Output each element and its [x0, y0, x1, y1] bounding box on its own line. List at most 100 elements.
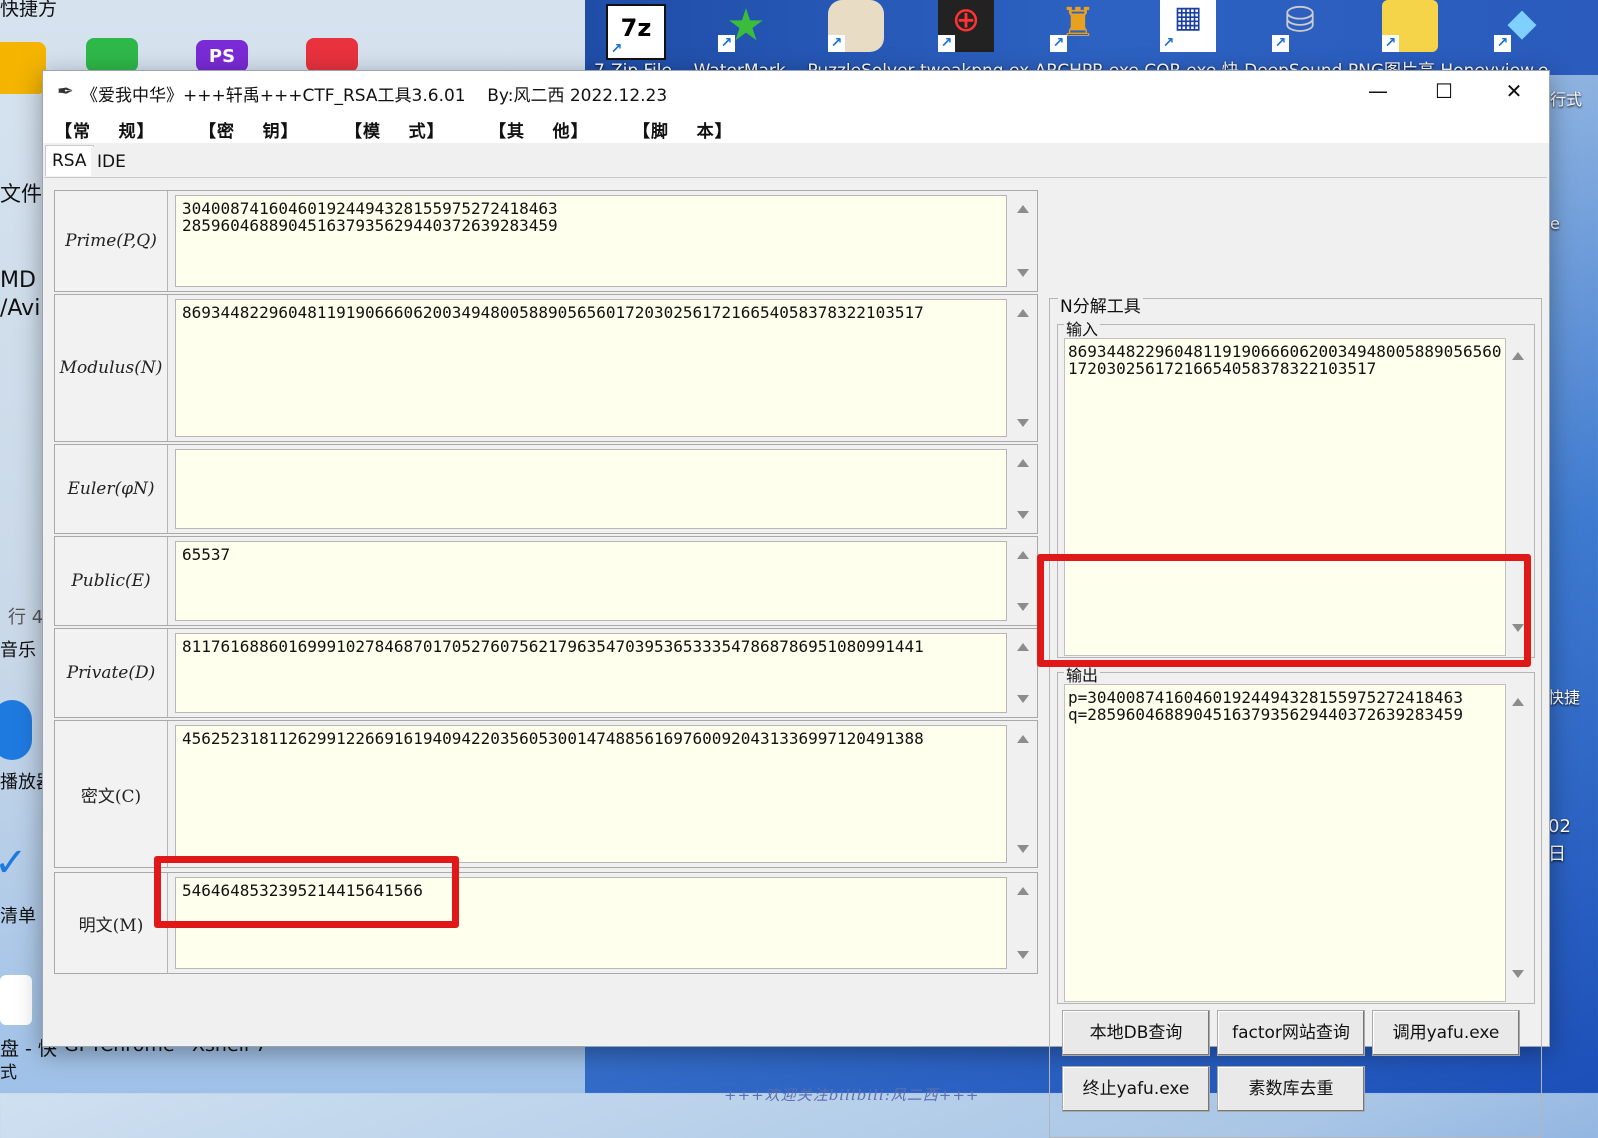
euler-field[interactable]	[175, 449, 1007, 529]
desktop-side-label-right: e	[1550, 214, 1560, 233]
scroll-down-icon[interactable]	[1017, 269, 1029, 277]
run-yafu-button[interactable]: 调用yafu.exe	[1372, 1010, 1520, 1056]
modulus-scrollbar[interactable]	[1009, 295, 1037, 441]
checklist-icon[interactable]: ✓	[0, 840, 32, 890]
taskbar-label-sub: 式	[0, 1063, 17, 1083]
plaintext-scrollbar[interactable]	[1009, 873, 1037, 973]
label-public: Public(E)	[55, 537, 168, 625]
label-euler: Euler(φN)	[55, 445, 168, 533]
menu-other[interactable]: 【其 他】	[489, 117, 589, 142]
label-ciphertext: 密文(C)	[55, 721, 168, 867]
desktop-side-label: MD	[0, 268, 36, 293]
shortcut-arrow-icon: ↗	[1272, 35, 1289, 52]
window-title: 《爱我中华》+++轩禹+++CTF_RSA工具3.6.01 By:风二西 202…	[81, 86, 668, 106]
modulus-field[interactable]: 8693448229604811919066606200349480058890…	[175, 299, 1007, 437]
player-icon[interactable]	[0, 700, 32, 760]
scroll-up-icon[interactable]	[1017, 551, 1029, 559]
stop-yafu-button[interactable]: 终止yafu.exe	[1062, 1066, 1210, 1112]
qr-icon[interactable]: ▦ ↗	[1160, 0, 1216, 52]
puzzlesolver-icon[interactable]: ↗	[828, 0, 884, 52]
menu-bar: 【常 规】 【密 钥】 【模 式】 【其 他】 【脚 本】	[43, 113, 1549, 143]
bilibili-note: +++欢迎关注bilibili:风二西+++	[724, 1086, 980, 1104]
dedupe-prime-db-button[interactable]: 素数库去重	[1217, 1066, 1365, 1112]
prime-scrollbar[interactable]	[1009, 191, 1037, 291]
scroll-up-icon[interactable]	[1017, 309, 1029, 317]
row-prime: Prime(P,Q) 30400874160460192449432815597…	[54, 190, 1038, 292]
shortcut-arrow-icon: ↗	[1050, 35, 1067, 52]
minimize-button[interactable]: —	[1345, 71, 1411, 113]
netdisk-icon[interactable]	[0, 975, 32, 1025]
scroll-down-icon[interactable]	[1017, 511, 1029, 519]
scroll-up-icon[interactable]	[1017, 735, 1029, 743]
label-prime: Prime(P,Q)	[55, 191, 168, 291]
desktop-side-label: 音乐	[0, 640, 36, 661]
archpr-icon[interactable]: ♜ ↗	[1050, 0, 1106, 52]
tab-ide[interactable]: IDE	[91, 147, 132, 177]
row-public: Public(E) 65537	[54, 536, 1038, 626]
shortcut-arrow-icon: ↗	[938, 35, 955, 52]
png-icon[interactable]: ↗	[1382, 0, 1438, 52]
scroll-down-icon[interactable]	[1017, 845, 1029, 853]
scroll-up-icon[interactable]	[1512, 352, 1524, 360]
desktop-label-shortcut: 快捷方	[0, 0, 58, 20]
maximize-button[interactable]: ☐	[1411, 71, 1477, 113]
scroll-up-icon[interactable]	[1017, 205, 1029, 213]
public-scrollbar[interactable]	[1009, 537, 1037, 625]
shortcut-arrow-icon: ↗	[828, 35, 845, 52]
desktop-app-icon-green[interactable]	[86, 38, 138, 72]
ciphertext-field[interactable]: 4562523181126299122669161940942203560530…	[175, 725, 1007, 863]
scroll-up-icon[interactable]	[1017, 643, 1029, 651]
desktop-side-label: 文件	[0, 182, 42, 206]
highlight-factor-output	[1037, 554, 1531, 667]
title-bar[interactable]: ✒ 《爱我中华》+++轩禹+++CTF_RSA工具3.6.01 By:风二西 2…	[43, 71, 1549, 113]
watermark-icon[interactable]: ★ ↗	[718, 0, 774, 52]
tab-rsa[interactable]: RSA	[45, 145, 94, 176]
scroll-up-icon[interactable]	[1017, 887, 1029, 895]
label-modulus: Modulus(N)	[55, 295, 168, 441]
honeyview-icon[interactable]: ◆ ↗	[1494, 0, 1550, 52]
menu-mode[interactable]: 【模 式】	[345, 117, 445, 142]
shortcut-arrow-icon: ↗	[1494, 35, 1511, 52]
input-label: 输入	[1064, 316, 1101, 340]
scroll-down-icon[interactable]	[1017, 419, 1029, 427]
desktop-side-label-right: 行式	[1550, 90, 1583, 109]
menu-script[interactable]: 【脚 本】	[633, 117, 733, 142]
desktop-app-icon-red[interactable]	[306, 38, 358, 72]
scroll-down-icon[interactable]	[1017, 695, 1029, 703]
local-db-query-button[interactable]: 本地DB查询	[1062, 1010, 1210, 1056]
shortcut-arrow-icon: ↗	[1160, 35, 1177, 52]
prime-field[interactable]: 304008741604601924494328155975272418463 …	[175, 195, 1007, 287]
deepsound-icon[interactable]: ⛁ ↗	[1272, 0, 1328, 52]
phpstorm-icon[interactable]: PS	[196, 40, 248, 72]
euler-scrollbar[interactable]	[1009, 445, 1037, 533]
desktop-side-label-right: 日	[1548, 844, 1566, 865]
label-private: Private(D)	[55, 629, 168, 717]
factor-output-scrollbar[interactable]	[1504, 684, 1532, 992]
public-exponent-field[interactable]: 65537	[175, 541, 1007, 621]
7zip-icon[interactable]: 7z ↗	[606, 4, 666, 60]
factordb-query-button[interactable]: factor网站查询	[1217, 1010, 1365, 1056]
ciphertext-scrollbar[interactable]	[1009, 721, 1037, 867]
scroll-down-icon[interactable]	[1512, 970, 1524, 978]
scroll-up-icon[interactable]	[1017, 459, 1029, 467]
desktop-side-label: 清单	[0, 906, 36, 927]
scroll-up-icon[interactable]	[1512, 698, 1524, 706]
factor-output-field[interactable]: p=30400874160460192449432815597527241846…	[1064, 684, 1506, 1002]
row-private: Private(D) 81176168860169991027846870170…	[54, 628, 1038, 718]
highlight-plaintext	[154, 856, 459, 928]
desktop-side-label: 行 4	[8, 607, 44, 628]
menu-general[interactable]: 【常 规】	[55, 117, 155, 142]
scroll-down-icon[interactable]	[1017, 951, 1029, 959]
row-euler: Euler(φN)	[54, 444, 1038, 534]
private-scrollbar[interactable]	[1009, 629, 1037, 717]
desktop-side-label-right: 快捷	[1548, 688, 1581, 707]
close-button[interactable]: ✕	[1481, 71, 1547, 113]
private-exponent-field[interactable]: 8117616886016999102784687017052760756217…	[175, 633, 1007, 713]
desktop-app-icon[interactable]	[0, 42, 46, 94]
desktop-side-label-right: 02	[1548, 816, 1571, 837]
row-modulus: Modulus(N) 86934482296048119190666062003…	[54, 294, 1038, 442]
shortcut-arrow-icon: ↗	[1382, 35, 1399, 52]
menu-key[interactable]: 【密 钥】	[199, 117, 299, 142]
scroll-down-icon[interactable]	[1017, 603, 1029, 611]
tweakpng-icon[interactable]: ⊕ ↗	[938, 0, 994, 52]
